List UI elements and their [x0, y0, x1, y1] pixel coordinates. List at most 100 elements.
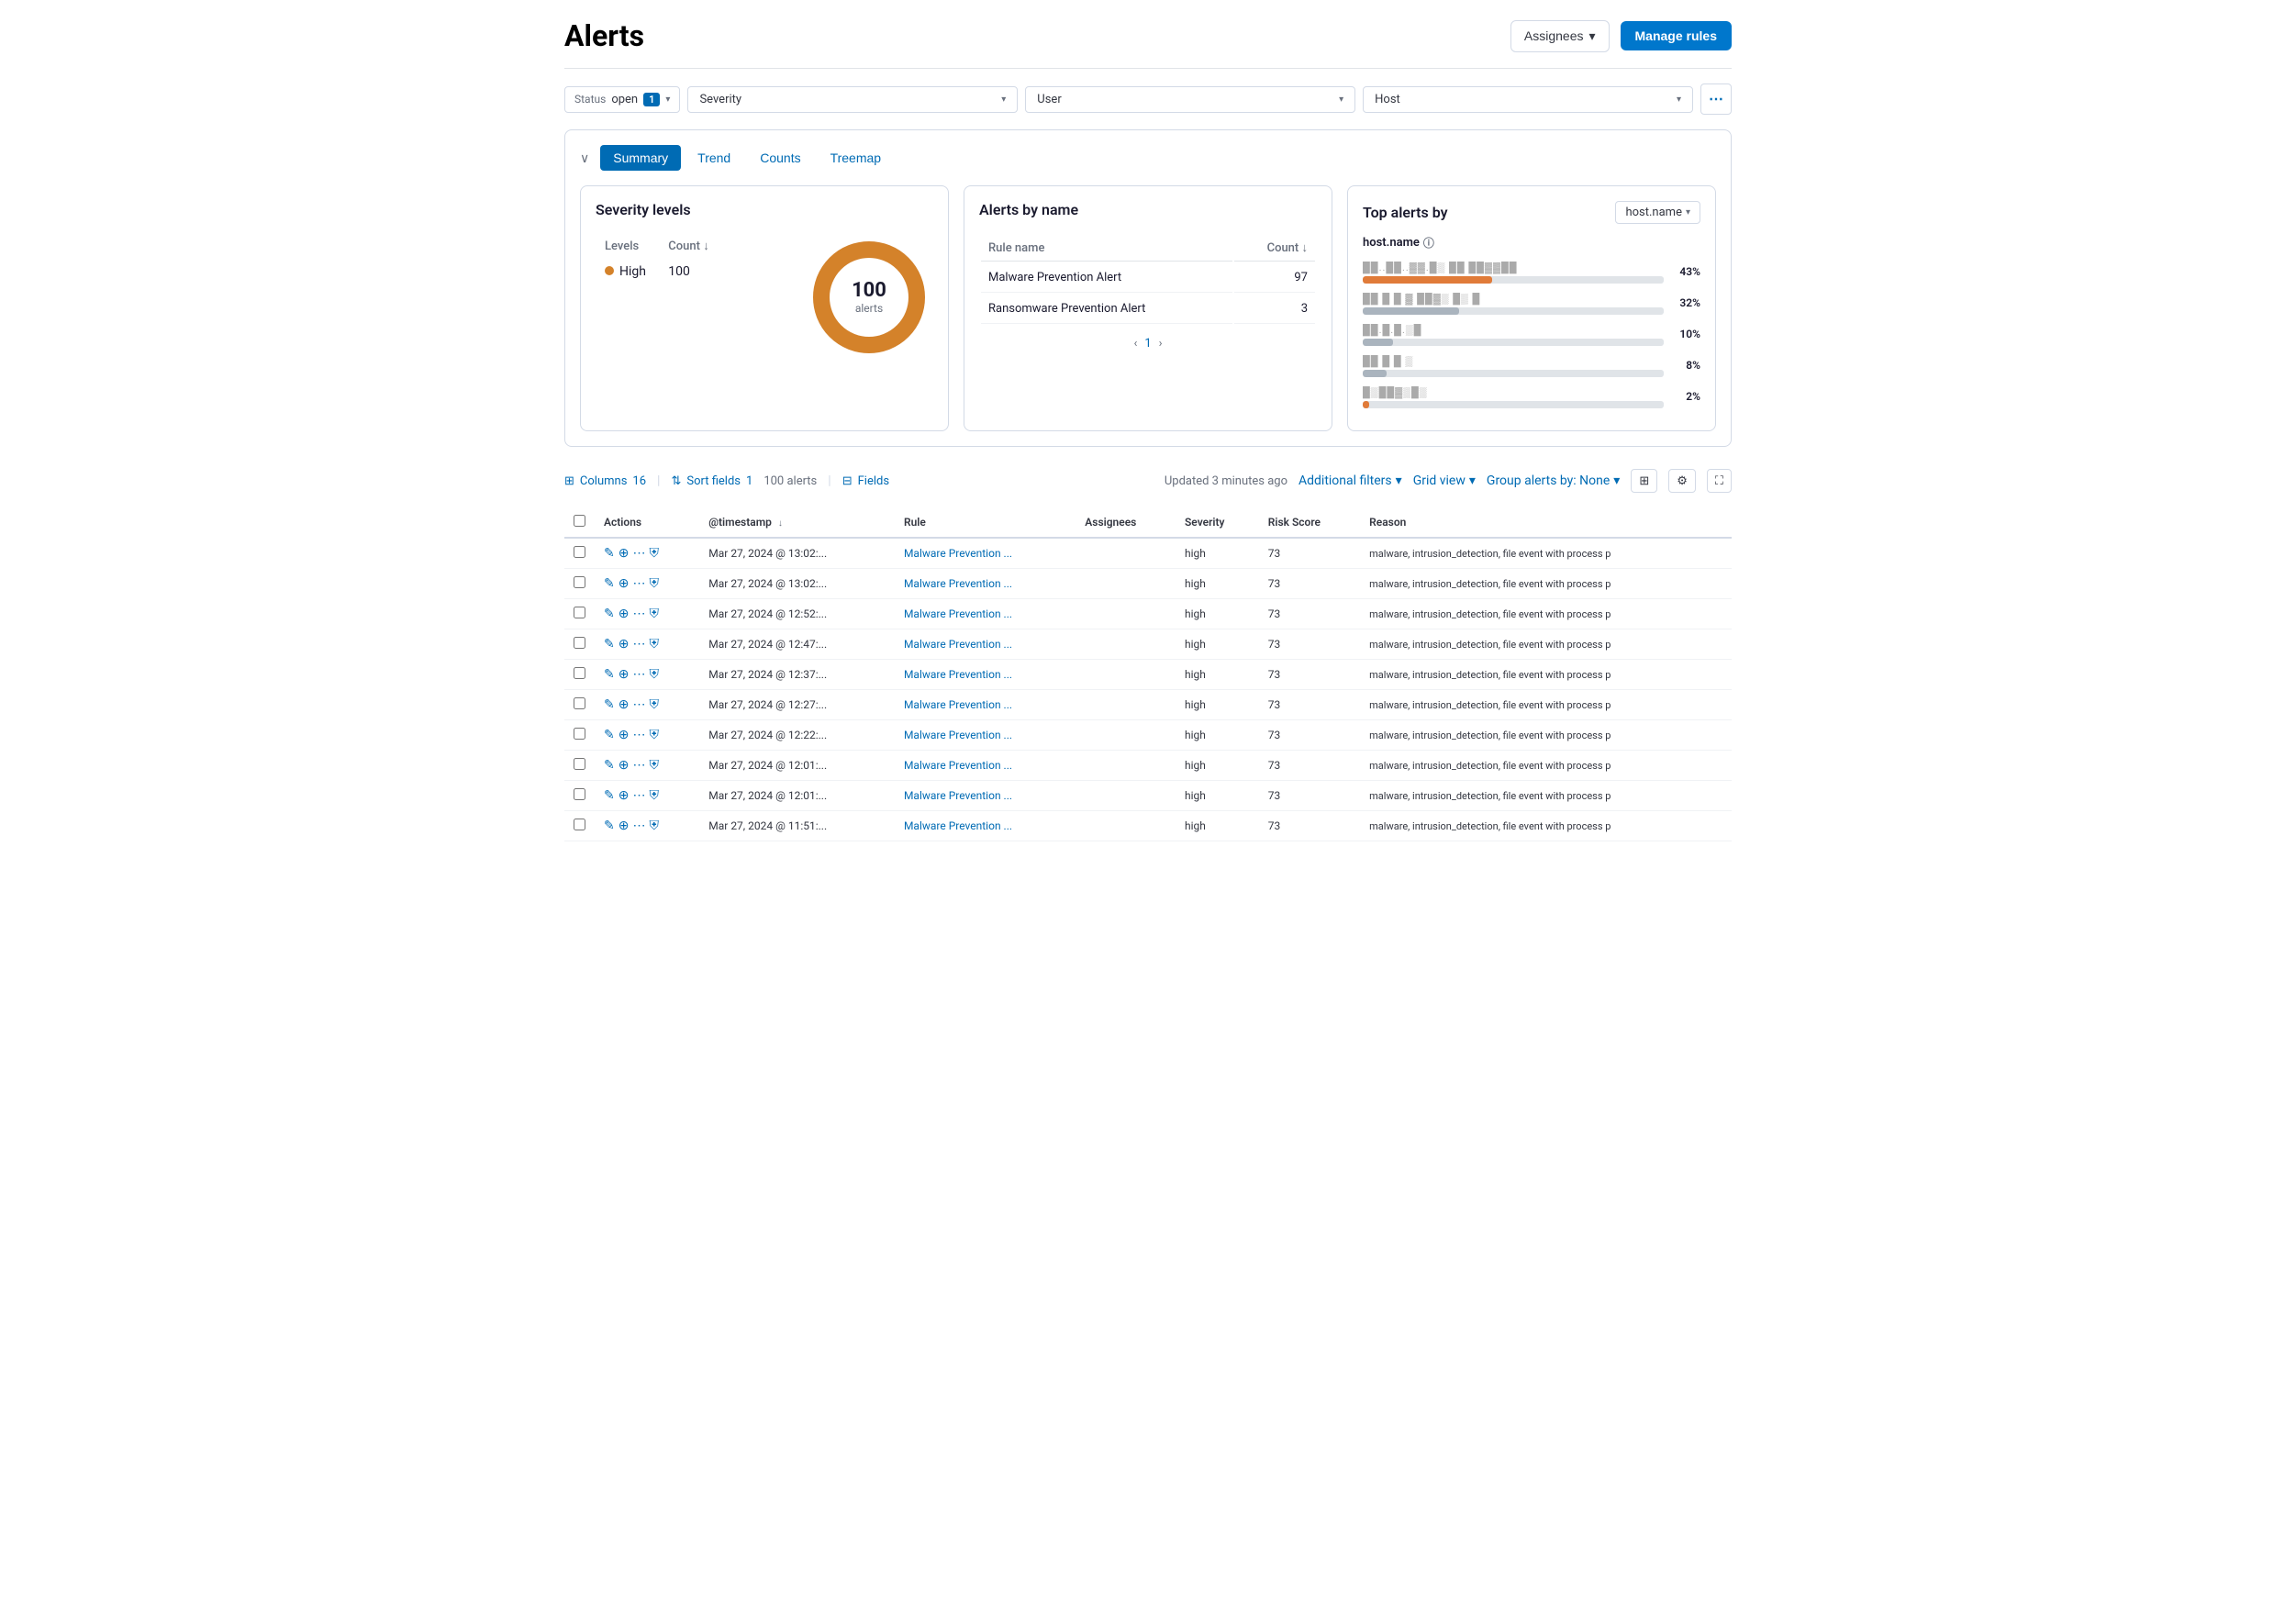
more-icon[interactable]: ⋯ — [632, 637, 645, 652]
edit-icon[interactable]: ✎ — [604, 788, 615, 803]
edit-icon[interactable]: ✎ — [604, 819, 615, 833]
severity-filter[interactable]: Severity ▾ — [687, 86, 1018, 113]
group-alerts-button[interactable]: Group alerts by: None ▾ — [1487, 473, 1620, 488]
row-checkbox[interactable] — [574, 667, 585, 679]
user-filter[interactable]: User ▾ — [1025, 86, 1355, 113]
rule-cell[interactable]: Malware Prevention ... — [895, 781, 1076, 811]
more-icon[interactable]: ⋯ — [632, 758, 645, 773]
shield-icon[interactable]: ⛨ — [649, 728, 659, 742]
network-icon[interactable]: ⊕ — [619, 788, 630, 803]
more-icon[interactable]: ⋯ — [632, 819, 645, 833]
edit-icon[interactable]: ✎ — [604, 607, 615, 621]
edit-icon[interactable]: ✎ — [604, 728, 615, 742]
next-page-button[interactable]: › — [1159, 337, 1163, 351]
row-checkbox[interactable] — [574, 576, 585, 588]
network-icon[interactable]: ⊕ — [619, 546, 630, 561]
edit-icon[interactable]: ✎ — [604, 697, 615, 712]
network-icon[interactable]: ⊕ — [619, 607, 630, 621]
more-icon[interactable]: ⋯ — [632, 576, 645, 591]
row-checkbox[interactable] — [574, 758, 585, 770]
tab-counts[interactable]: Counts — [747, 145, 813, 171]
row-checkbox-cell[interactable] — [564, 720, 595, 751]
filter-settings-button[interactable]: ⚙ — [1668, 469, 1696, 493]
sort-fields-button[interactable]: ⇅ Sort fields 1 — [671, 474, 752, 488]
status-filter[interactable]: Status open 1 ▾ — [564, 86, 680, 113]
more-icon[interactable]: ⋯ — [632, 788, 645, 803]
more-icon[interactable]: ⋯ — [632, 697, 645, 712]
shield-icon[interactable]: ⛨ — [649, 697, 659, 712]
more-filters-button[interactable]: ⋯ — [1700, 84, 1732, 115]
row-checkbox-cell[interactable] — [564, 660, 595, 690]
edit-icon[interactable]: ✎ — [604, 637, 615, 652]
tab-treemap[interactable]: Treemap — [818, 145, 895, 171]
assignees-button[interactable]: Assignees ▾ — [1510, 20, 1610, 52]
shield-icon[interactable]: ⛨ — [649, 788, 659, 803]
row-checkbox[interactable] — [574, 819, 585, 830]
network-icon[interactable]: ⊕ — [619, 697, 630, 712]
table-settings-button[interactable]: ⊞ — [1631, 469, 1657, 493]
rule-cell[interactable]: Malware Prevention ... — [895, 751, 1076, 781]
bar-fill — [1363, 370, 1387, 377]
shield-icon[interactable]: ⛨ — [649, 667, 659, 682]
row-checkbox-cell[interactable] — [564, 811, 595, 841]
more-icon[interactable]: ⋯ — [632, 728, 645, 742]
columns-button[interactable]: ⊞ Columns 16 — [564, 474, 646, 488]
row-checkbox[interactable] — [574, 607, 585, 618]
row-checkbox-cell[interactable] — [564, 690, 595, 720]
top-alerts-dropdown[interactable]: host.name ▾ — [1615, 201, 1700, 224]
network-icon[interactable]: ⊕ — [619, 758, 630, 773]
row-checkbox-cell[interactable] — [564, 569, 595, 599]
row-checkbox[interactable] — [574, 637, 585, 649]
reason-cell: malware, intrusion_detection, file event… — [1360, 569, 1732, 599]
timestamp-col-header[interactable]: @timestamp ↓ — [699, 507, 895, 538]
more-icon[interactable]: ⋯ — [632, 607, 645, 621]
shield-icon[interactable]: ⛨ — [649, 546, 659, 561]
shield-icon[interactable]: ⛨ — [649, 758, 659, 773]
row-checkbox-cell[interactable] — [564, 599, 595, 629]
fullscreen-button[interactable]: ⛶ — [1707, 469, 1732, 493]
row-checkbox[interactable] — [574, 788, 585, 800]
network-icon[interactable]: ⊕ — [619, 637, 630, 652]
row-checkbox-cell[interactable] — [564, 629, 595, 660]
edit-icon[interactable]: ✎ — [604, 546, 615, 561]
network-icon[interactable]: ⊕ — [619, 819, 630, 833]
row-checkbox[interactable] — [574, 697, 585, 709]
rule-cell[interactable]: Malware Prevention ... — [895, 720, 1076, 751]
row-checkbox-cell[interactable] — [564, 538, 595, 569]
network-icon[interactable]: ⊕ — [619, 576, 630, 591]
rule-cell[interactable]: Malware Prevention ... — [895, 569, 1076, 599]
row-checkbox[interactable] — [574, 728, 585, 740]
shield-icon[interactable]: ⛨ — [649, 819, 659, 833]
rule-cell[interactable]: Malware Prevention ... — [895, 629, 1076, 660]
rule-cell[interactable]: Malware Prevention ... — [895, 811, 1076, 841]
more-icon[interactable]: ⋯ — [632, 546, 645, 561]
tab-trend[interactable]: Trend — [685, 145, 743, 171]
host-filter[interactable]: Host ▾ — [1363, 86, 1693, 113]
tab-summary[interactable]: Summary — [600, 145, 681, 171]
shield-icon[interactable]: ⛨ — [649, 607, 659, 621]
top-bar-row: ██ █ █ ▓ ██▓▒ █▒ █ 32% — [1363, 291, 1700, 315]
edit-icon[interactable]: ✎ — [604, 576, 615, 591]
additional-filters-button[interactable]: Additional filters ▾ — [1298, 473, 1402, 488]
row-checkbox[interactable] — [574, 546, 585, 558]
select-all-checkbox[interactable] — [574, 515, 585, 527]
manage-rules-button[interactable]: Manage rules — [1621, 21, 1732, 50]
current-page[interactable]: 1 — [1144, 337, 1151, 351]
shield-icon[interactable]: ⛨ — [649, 637, 659, 652]
collapse-button[interactable]: ∨ — [580, 150, 589, 166]
shield-icon[interactable]: ⛨ — [649, 576, 659, 591]
grid-view-button[interactable]: Grid view ▾ — [1413, 473, 1476, 488]
more-icon[interactable]: ⋯ — [632, 667, 645, 682]
network-icon[interactable]: ⊕ — [619, 728, 630, 742]
network-icon[interactable]: ⊕ — [619, 667, 630, 682]
rule-cell[interactable]: Malware Prevention ... — [895, 599, 1076, 629]
row-checkbox-cell[interactable] — [564, 781, 595, 811]
row-checkbox-cell[interactable] — [564, 751, 595, 781]
edit-icon[interactable]: ✎ — [604, 667, 615, 682]
prev-page-button[interactable]: ‹ — [1133, 337, 1137, 351]
fields-button[interactable]: ⊟ Fields — [842, 474, 889, 488]
edit-icon[interactable]: ✎ — [604, 758, 615, 773]
rule-cell[interactable]: Malware Prevention ... — [895, 538, 1076, 569]
rule-cell[interactable]: Malware Prevention ... — [895, 660, 1076, 690]
rule-cell[interactable]: Malware Prevention ... — [895, 690, 1076, 720]
